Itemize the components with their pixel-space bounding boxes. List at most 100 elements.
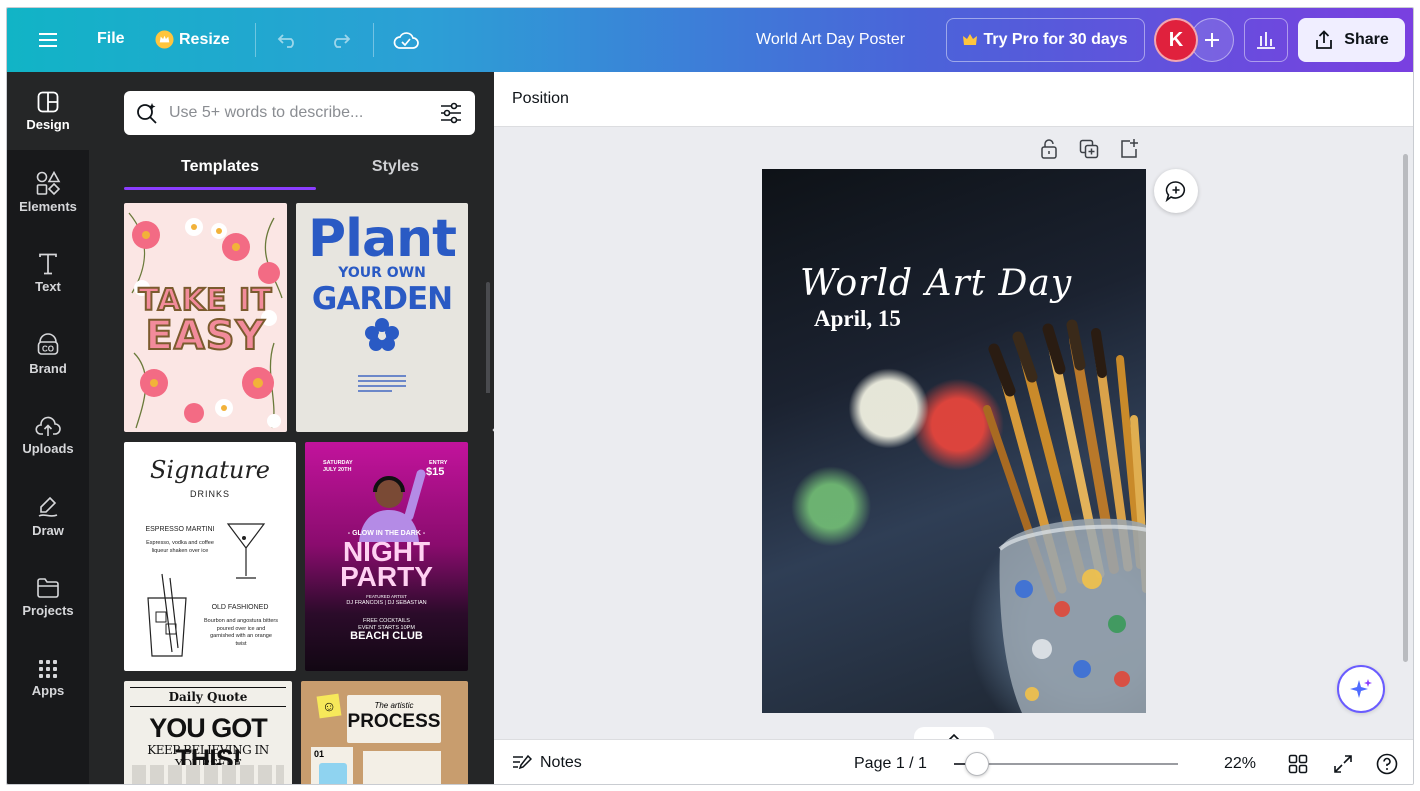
notes-label: Notes <box>540 754 582 771</box>
rocks-glass-icon <box>147 573 187 657</box>
zoom-level[interactable]: 22% <box>1206 755 1256 773</box>
filter-icon[interactable] <box>440 102 462 124</box>
canvas-scrollbar[interactable] <box>1403 154 1408 662</box>
top-bar: File Resize World Art Day Poster Try Pro… <box>7 8 1413 72</box>
file-menu-button[interactable]: File <box>97 30 125 48</box>
rail-item-projects[interactable]: Projects <box>7 558 89 636</box>
template-headline: PARTY <box>340 561 433 592</box>
menu-item-desc: Bourbon and angostura bitters poured ove… <box>204 618 278 648</box>
crown-icon <box>155 30 174 49</box>
step-number: 01 <box>314 749 325 759</box>
insights-button[interactable] <box>1244 18 1288 62</box>
hamburger-icon[interactable] <box>33 28 63 52</box>
design-canvas[interactable]: World Art Day April, 15 <box>762 169 1146 713</box>
bottom-bar: Notes Page 1 / 1 22% <box>494 739 1413 784</box>
rail-item-draw[interactable]: Draw <box>7 477 89 555</box>
poster-date[interactable]: April, 15 <box>814 306 901 332</box>
position-button[interactable]: Position <box>512 90 569 108</box>
redo-icon[interactable] <box>327 28 353 52</box>
canva-editor-window: File Resize World Art Day Poster Try Pro… <box>6 7 1414 785</box>
lock-icon[interactable] <box>1039 138 1059 160</box>
poster-title[interactable]: World Art Day <box>800 263 1072 304</box>
search-input[interactable]: Use 5+ words to describe... <box>124 91 475 135</box>
flower-icon <box>365 318 399 351</box>
resize-label: Resize <box>179 30 230 48</box>
notes-icon <box>513 754 532 770</box>
perks: FREE COCKTAILS <box>363 618 410 624</box>
add-page-icon[interactable] <box>1119 138 1139 160</box>
rail-item-design[interactable]: Design <box>7 72 89 150</box>
resize-button[interactable]: Resize <box>155 30 230 49</box>
search-placeholder: Use 5+ words to describe... <box>169 104 364 121</box>
menu-item-title: ESPRESSO MARTINI <box>145 526 215 533</box>
share-button[interactable]: Share <box>1298 18 1405 62</box>
rail-label: Uploads <box>22 440 74 456</box>
text-icon <box>39 253 57 274</box>
zoom-slider[interactable] <box>954 752 1178 776</box>
pen-icon <box>38 496 58 517</box>
template-subline: YOUR OWN <box>338 265 426 281</box>
toolbar-divider <box>255 23 256 57</box>
template-take-it-easy[interactable]: TAKE IT EASY <box>124 203 287 432</box>
rail-label: Design <box>26 116 70 132</box>
add-comment-button[interactable] <box>1154 169 1198 213</box>
template-headline: Plant <box>308 209 457 269</box>
comment-plus-icon <box>1165 181 1186 203</box>
tab-styles[interactable]: Styles <box>316 158 475 176</box>
menu-item-title: OLD FASHIONED <box>211 604 269 611</box>
cloud-saved-icon[interactable] <box>392 27 420 53</box>
shapes-icon <box>36 170 61 195</box>
magic-search-icon <box>137 103 157 124</box>
try-pro-button[interactable]: Try Pro for 30 days <box>946 18 1145 62</box>
page-indicator[interactable]: Page 1 / 1 <box>854 755 927 773</box>
rail-label: Brand <box>29 360 67 376</box>
tab-templates[interactable]: Templates <box>124 158 316 176</box>
avatar[interactable]: K <box>1154 18 1198 62</box>
magic-assistant-button[interactable] <box>1337 665 1385 713</box>
rail-item-brand[interactable]: CO Brand <box>7 315 89 393</box>
template-subline: The artistic <box>374 701 414 710</box>
grid-view-icon[interactable] <box>1286 752 1310 776</box>
svg-text:CO: CO <box>42 344 54 353</box>
fullscreen-icon[interactable] <box>1331 752 1355 776</box>
folder-icon <box>37 577 59 598</box>
sparkle-icon <box>1350 679 1372 698</box>
featured-label: FEATURED ARTIST <box>366 594 407 599</box>
context-toolbar: Position <box>494 72 1413 127</box>
rail-item-text[interactable]: Text <box>7 234 89 312</box>
active-tab-indicator <box>124 187 316 190</box>
plus-icon <box>1205 33 1219 47</box>
template-daily-quote[interactable]: Daily Quote YOU GOT THIS! KEEP BELIEVING… <box>124 681 292 784</box>
venue: BEACH CLUB <box>350 630 423 642</box>
upload-share-icon <box>1316 30 1333 49</box>
brand-icon: CO <box>37 332 59 355</box>
zoom-slider-handle[interactable] <box>965 752 989 776</box>
notes-button[interactable]: Notes <box>512 754 582 772</box>
rail-label: Apps <box>31 682 65 698</box>
template-plant-garden[interactable]: Plant YOUR OWN GARDEN <box>296 203 468 432</box>
editor-area: Position World Art Day April, 15 Notes P… <box>494 72 1413 784</box>
duplicate-page-icon[interactable] <box>1079 138 1099 160</box>
template-headline: Signature <box>149 456 271 484</box>
undo-icon[interactable] <box>275 28 301 52</box>
document-title[interactable]: World Art Day Poster <box>756 31 905 49</box>
template-headline: GARDEN <box>311 281 453 317</box>
rail-item-uploads[interactable]: Uploads <box>7 396 89 474</box>
rail-label: Elements <box>19 198 77 214</box>
page-tools <box>1039 138 1139 160</box>
template-headline: EASY <box>144 312 266 360</box>
templates-panel: Use 5+ words to describe... Templates St… <box>89 72 494 784</box>
rail-label: Text <box>35 278 61 294</box>
template-night-party[interactable]: SATURDAY JULY 20TH ENTRY $15 - GLOW IN T… <box>305 442 468 671</box>
quote-header: Daily Quote <box>168 690 248 704</box>
artists: DJ FRANCOIS | DJ SEBASTIAN <box>346 600 427 606</box>
smiley-icon: ☺ <box>316 693 342 719</box>
template-headline: PROCESS <box>347 711 441 732</box>
help-icon[interactable] <box>1375 752 1399 776</box>
rail-item-elements[interactable]: Elements <box>7 153 89 231</box>
template-subline: DRINKS <box>189 489 230 499</box>
template-artistic-process[interactable]: ☺ The artistic PROCESS 01 <box>301 681 468 784</box>
rail-item-apps[interactable]: Apps <box>7 639 89 717</box>
template-signature-drinks[interactable]: Signature DRINKS ESPRESSO MARTINI Espres… <box>124 442 296 671</box>
martini-glass-icon <box>226 523 266 579</box>
